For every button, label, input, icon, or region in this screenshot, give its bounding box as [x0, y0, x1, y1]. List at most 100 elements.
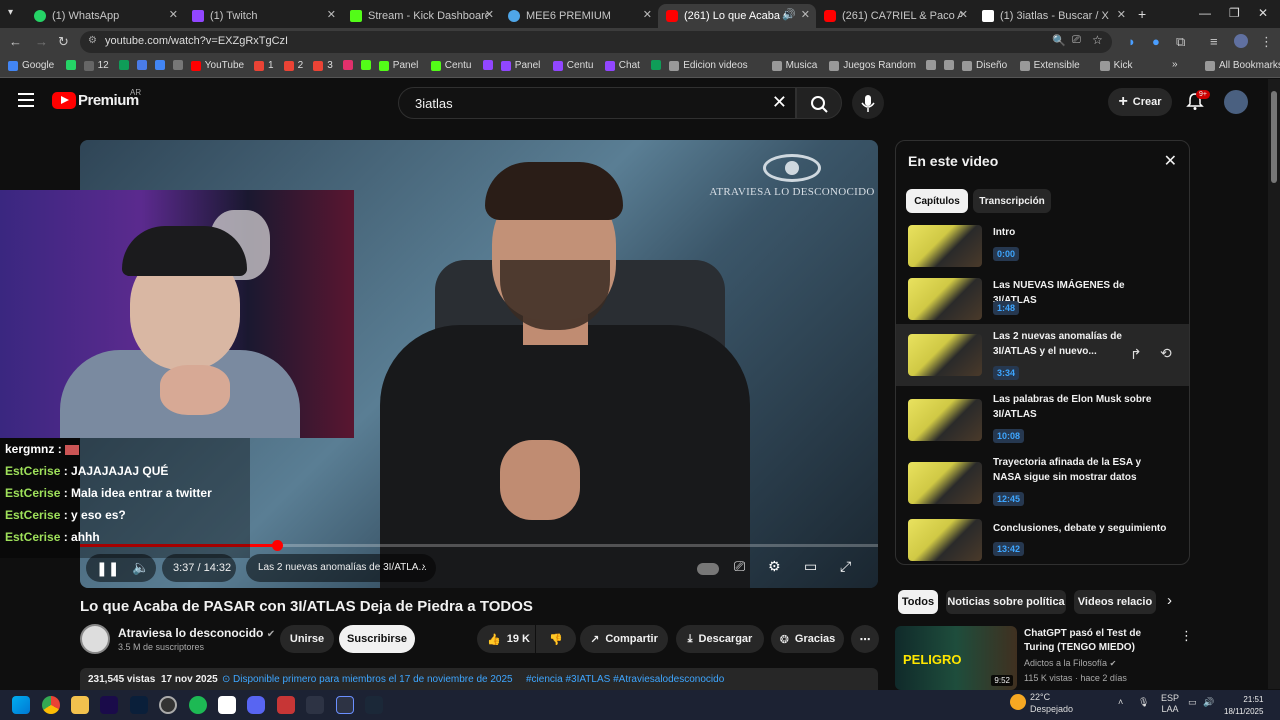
- menu-icon[interactable]: ⋮: [1260, 34, 1273, 50]
- forward-icon[interactable]: →: [35, 34, 48, 49]
- bookmark-item[interactable]: Google: [8, 60, 54, 71]
- chip-todos[interactable]: Todos: [898, 590, 938, 614]
- close-icon[interactable]: ✕: [327, 8, 336, 21]
- close-icon[interactable]: ✕: [169, 8, 178, 21]
- dislike-button[interactable]: 👎: [536, 625, 576, 653]
- bookmark-item[interactable]: [136, 60, 151, 70]
- pause-icon[interactable]: ❚❚: [96, 560, 119, 577]
- tab-list-icon[interactable]: ≡: [1210, 34, 1218, 49]
- chevron-up-icon[interactable]: ˄: [1118, 697, 1123, 707]
- youtube-logo-icon[interactable]: [52, 92, 76, 109]
- chapter-item[interactable]: Las palabras de Elon Musk sobre 3I/ATLAS…: [896, 389, 1189, 449]
- bookmark-star-icon[interactable]: ☆: [1092, 33, 1103, 47]
- app-icon[interactable]: [306, 696, 324, 714]
- bookmark-item[interactable]: Centu: [552, 60, 593, 71]
- tab-mee6[interactable]: MEE6 PREMIUM ✕: [500, 4, 658, 28]
- bookmark-item[interactable]: Kick: [1099, 60, 1133, 71]
- recommendation-channel[interactable]: Adictos a la Filosofía ✔: [1024, 658, 1116, 668]
- download-button[interactable]: ⤓ Descargar: [676, 625, 764, 653]
- bookmark-item[interactable]: [651, 60, 665, 70]
- network-icon[interactable]: ▭: [1188, 697, 1197, 708]
- bookmark-item[interactable]: [926, 60, 940, 70]
- extension-icon[interactable]: ◗: [1128, 34, 1136, 49]
- volume-tray-icon[interactable]: 🔊: [1203, 697, 1214, 708]
- bookmark-item[interactable]: [342, 60, 357, 70]
- close-icon[interactable]: ✕: [959, 8, 968, 21]
- close-icon[interactable]: ✕: [1164, 151, 1177, 171]
- obs-icon[interactable]: [159, 696, 177, 714]
- bookmark-item[interactable]: [944, 60, 958, 70]
- theater-mode-icon[interactable]: ▭: [804, 558, 817, 575]
- close-window-icon[interactable]: ✕: [1258, 6, 1268, 20]
- chip-politics[interactable]: Noticias sobre política: [946, 590, 1066, 614]
- discord-icon[interactable]: [247, 696, 265, 714]
- site-info-icon[interactable]: ⚙: [88, 35, 97, 46]
- tab-transcript[interactable]: Transcripción: [973, 189, 1051, 213]
- create-button[interactable]: + Crear: [1108, 88, 1172, 116]
- more-actions-button[interactable]: ⋯: [851, 625, 879, 653]
- mic-tray-icon[interactable]: 🎙: [1138, 697, 1149, 708]
- tab-chapters[interactable]: Capítulos: [906, 189, 968, 213]
- tab-kick[interactable]: Stream - Kick Dashboard ✕: [342, 4, 500, 28]
- close-icon[interactable]: ✕: [801, 8, 810, 21]
- bookmark-item[interactable]: Panel: [500, 60, 540, 71]
- scrollbar-thumb[interactable]: [1271, 91, 1277, 183]
- steam-icon[interactable]: [365, 696, 383, 714]
- channel-avatar[interactable]: [80, 624, 110, 654]
- voice-search-button[interactable]: [852, 87, 884, 119]
- minimize-icon[interactable]: —: [1199, 6, 1211, 20]
- tab-x[interactable]: (1) 3iatlas - Buscar / X ✕: [974, 4, 1132, 28]
- recommendation-title[interactable]: ChatGPT pasó el Test de Turing (TENGO MI…: [1024, 627, 1174, 655]
- chrome-icon[interactable]: [42, 696, 60, 714]
- like-button[interactable]: 👍 19 K: [477, 625, 535, 653]
- language-indicator[interactable]: ESP LAA: [1161, 693, 1179, 715]
- tab-twitch[interactable]: (1) Twitch ✕: [184, 4, 342, 28]
- bookmark-item[interactable]: [482, 60, 497, 70]
- profile-avatar[interactable]: [1234, 34, 1248, 48]
- windows-start-icon[interactable]: [12, 696, 30, 714]
- more-bookmarks-icon[interactable]: »: [1172, 59, 1178, 70]
- autoplay-toggle[interactable]: [697, 563, 719, 575]
- bookmark-item[interactable]: 3: [313, 60, 333, 71]
- tab-whatsapp[interactable]: (1) WhatsApp ✕: [26, 4, 184, 28]
- system-clock[interactable]: 21:51 18/11/2025: [1224, 694, 1263, 718]
- bookmark-item[interactable]: Panel: [378, 60, 418, 71]
- spotify-icon[interactable]: [189, 696, 207, 714]
- subscribe-button[interactable]: Suscribirse: [339, 625, 415, 653]
- chapter-item[interactable]: Trayectoria afinada de la ESA y NASA sig…: [896, 452, 1189, 512]
- volume-icon[interactable]: 🔈: [132, 559, 149, 576]
- share-icon[interactable]: ↱: [1130, 346, 1142, 363]
- members-first-note[interactable]: Disponible primero para miembros el 17 d…: [233, 674, 513, 685]
- page-scrollbar[interactable]: [1268, 79, 1280, 689]
- bookmark-item[interactable]: YouTube: [190, 60, 244, 71]
- bookmark-item[interactable]: Musica: [771, 60, 817, 71]
- extensions-icon[interactable]: ⧉: [1176, 34, 1185, 50]
- chapter-item-current[interactable]: Las 2 nuevas anomalías de 3I/ATLAS y el …: [896, 324, 1189, 386]
- address-bar[interactable]: ⚙ youtube.com/watch?v=EXZgRxTgCzI 🔍 ⎚ ☆: [80, 31, 1112, 53]
- file-explorer-icon[interactable]: [71, 696, 89, 714]
- subtitles-icon[interactable]: ⎚: [734, 558, 745, 575]
- current-chapter-label[interactable]: Las 2 nuevas anomalías de 3I/ATLA...: [258, 562, 427, 573]
- tab-search-icon[interactable]: ▾: [8, 7, 13, 18]
- bookmark-item[interactable]: Juegos Random: [829, 60, 916, 71]
- fullscreen-icon[interactable]: ⤢: [840, 558, 851, 575]
- app-icon[interactable]: [336, 696, 354, 714]
- notion-icon[interactable]: [218, 696, 236, 714]
- chapter-item[interactable]: Intro 0:00: [896, 219, 1189, 279]
- hashtags[interactable]: #ciencia #3IATLAS #Atraviesalodesconocid…: [526, 674, 724, 685]
- search-input[interactable]: 3iatlas ✕: [398, 87, 796, 119]
- bookmark-item[interactable]: [65, 60, 80, 70]
- zoom-icon[interactable]: 🔍: [1052, 34, 1066, 47]
- bookmark-item[interactable]: Centu: [430, 60, 471, 71]
- channel-name[interactable]: Atraviesa lo desconocido ✔: [118, 626, 275, 640]
- new-tab-button[interactable]: +: [1138, 6, 1146, 22]
- account-avatar[interactable]: [1224, 90, 1248, 114]
- chip-related[interactable]: Videos relacio: [1074, 590, 1156, 614]
- tab-youtube-2[interactable]: (261) CA7RIEL & Paco Amoros✕: [816, 4, 974, 28]
- bookmark-item[interactable]: 2: [283, 60, 303, 71]
- bookmark-item[interactable]: 12: [83, 60, 109, 71]
- chapter-item[interactable]: Las NUEVAS IMÁGENES de 3I/ATLAS 1:48: [896, 272, 1189, 332]
- bookmark-item[interactable]: Chat: [604, 60, 640, 71]
- bookmark-item[interactable]: [118, 60, 133, 70]
- close-icon[interactable]: ✕: [485, 8, 494, 21]
